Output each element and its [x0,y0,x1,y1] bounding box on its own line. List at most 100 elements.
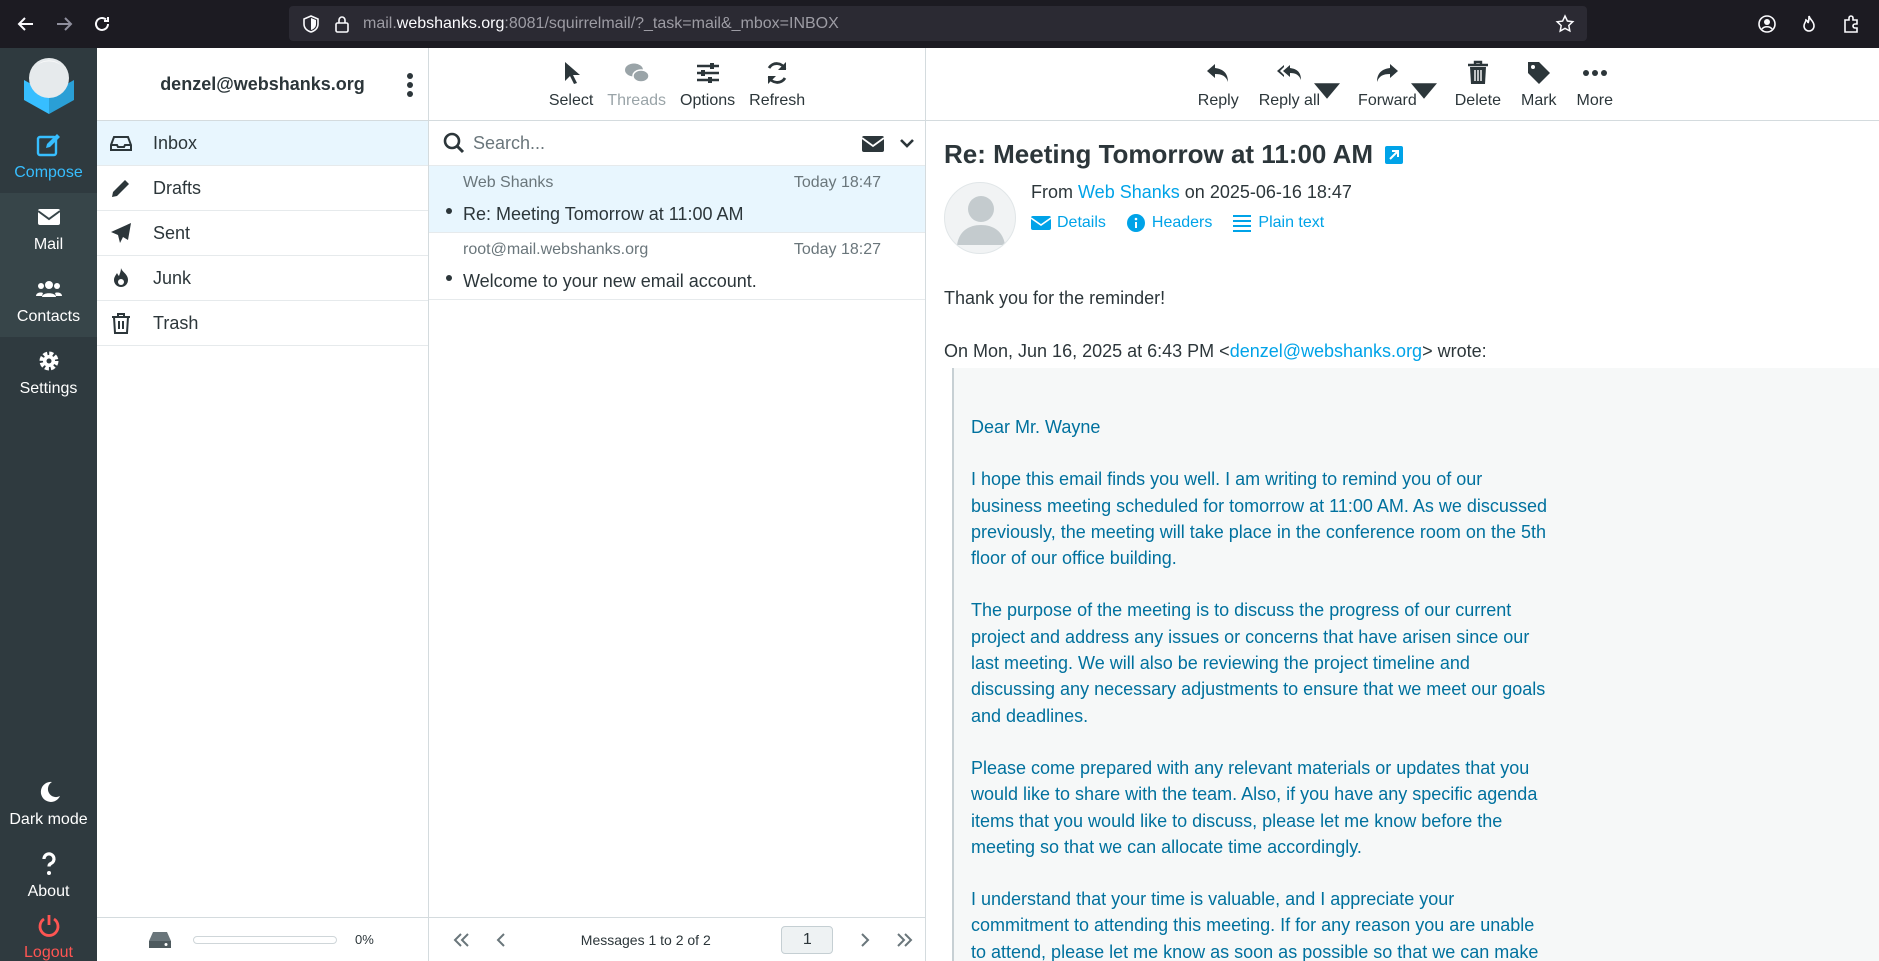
pencil-icon [112,180,129,197]
dark-mode-label: Dark mode [9,811,88,828]
gear-icon [39,351,58,371]
message-count: Messages 1 to 2 of 2 [580,931,711,948]
select-label: Select [548,92,594,109]
quoted-email-link[interactable]: denzel@webshanks.org [1230,341,1422,361]
url-subdomain: mail. [363,14,397,32]
shield-icon [303,14,319,33]
on-label: on [1184,182,1205,202]
open-in-new-window-icon[interactable] [1385,145,1404,164]
chevron-right-icon [861,932,870,947]
quoted-message: Dear Mr. Wayne I hope this email finds y… [952,368,1879,961]
select-button[interactable]: Select [542,48,600,120]
from-line: From Web Shanks on 2025-06-16 18:47 [1031,182,1352,203]
mark-button[interactable]: Mark [1515,48,1563,120]
refresh-button[interactable]: Refresh [742,48,812,120]
folder-junk[interactable]: Junk [97,256,428,301]
reload-button[interactable] [84,6,120,42]
forward-label: Forward [1358,92,1417,109]
folder-sent[interactable]: Sent [97,211,428,256]
contacts-button[interactable]: Contacts [0,265,97,337]
unread-dot [446,275,452,281]
wrote-suffix: > wrote: [1422,341,1487,361]
message-row[interactable]: root@mail.webshanks.org Today 18:27 Welc… [429,233,925,300]
mark-label: Mark [1520,92,1557,109]
message-row[interactable]: Web Shanks Today 18:47 Re: Meeting Tomor… [429,166,925,233]
options-button[interactable]: Options [673,48,742,120]
forward-message-button[interactable]: Forward [1352,48,1437,120]
quote-paragraph: I hope this email finds you well. I am w… [971,469,1547,569]
next-page-button[interactable] [845,925,885,955]
headers-link[interactable]: Headers [1126,214,1212,232]
mail-label: Mail [33,236,64,253]
prev-page-button[interactable] [481,925,521,955]
double-chevron-left-icon [453,932,469,947]
reply-button[interactable]: Reply [1192,48,1245,120]
search-icon [443,132,465,154]
delete-button[interactable]: Delete [1449,48,1507,120]
headers-label: Headers [1151,214,1213,231]
mail-button[interactable]: Mail [0,193,97,265]
search-bar [429,121,925,166]
message-from: root@mail.webshanks.org [463,241,649,258]
inbox-icon [110,136,132,151]
folder-label: Sent [153,222,191,243]
delete-label: Delete [1454,92,1501,109]
folder-drafts[interactable]: Drafts [97,166,428,211]
compose-button[interactable]: Compose [0,121,97,193]
folder-trash[interactable]: Trash [97,301,428,346]
account-button[interactable] [1749,6,1785,42]
last-page-button[interactable] [885,925,925,955]
extensions-menu-button[interactable] [1833,6,1869,42]
bookmark-star-icon[interactable] [1555,14,1575,34]
quota-text: 0% [355,932,374,947]
url-text[interactable]: mail.webshanks.org:8081/squirrelmail/?_t… [363,15,839,33]
url-domain: webshanks.org [396,14,505,32]
moon-icon [40,781,60,802]
pointer-icon [565,62,581,84]
quote-paragraph: I understand that your time is valuable,… [971,889,1539,961]
details-link[interactable]: Details [1031,214,1106,232]
quote-paragraph: Dear Mr. Wayne [971,417,1101,437]
compose-icon [36,134,60,157]
arrow-right-icon [57,17,73,31]
sliders-icon [696,63,719,83]
address-bar[interactable]: mail.webshanks.org:8081/squirrelmail/?_t… [289,6,1587,41]
first-page-button[interactable] [441,925,481,955]
list-footer: Messages 1 to 2 of 2 1 [429,917,925,961]
hard-drive-icon [149,931,171,948]
user-silhouette-icon [957,196,1005,245]
back-button[interactable] [8,6,44,42]
fire-icon [114,268,128,287]
reply-all-label: Reply all [1258,92,1321,109]
settings-button[interactable]: Settings [0,337,97,409]
sender-name-link[interactable]: Web Shanks [1078,182,1180,202]
browser-extensions [1743,6,1869,42]
folder-inbox[interactable]: Inbox [97,121,428,166]
logout-label: Logout [24,944,73,961]
chevron-down-icon[interactable] [899,135,915,151]
logout-button[interactable]: Logout [0,901,97,961]
folder-actions-icon[interactable] [406,72,414,98]
question-icon [41,852,56,875]
search-input[interactable] [473,132,833,154]
page-number-input[interactable]: 1 [781,925,834,954]
caret-down-icon[interactable] [1410,78,1437,104]
more-button[interactable]: More [1571,48,1619,120]
lock-icon [335,15,349,33]
dark-mode-button[interactable]: Dark mode [0,768,97,840]
reply-all-button[interactable]: Reply all [1253,48,1341,120]
forward-button[interactable] [46,6,82,42]
quota-footer: 0% [97,917,428,961]
envelope-filter-icon[interactable] [861,133,885,155]
from-label: From [1031,182,1073,202]
plain-text-link[interactable]: Plain text [1232,214,1324,232]
folder-label: Trash [153,312,199,333]
comments-icon [624,63,650,83]
paper-plane-icon [111,223,131,243]
caret-down-icon[interactable] [1314,78,1341,104]
threads-button[interactable]: Threads [600,48,673,120]
settings-label: Settings [19,380,78,397]
extension-button[interactable] [1791,6,1827,42]
chevron-left-icon [496,932,505,947]
folder-label: Junk [153,267,192,288]
